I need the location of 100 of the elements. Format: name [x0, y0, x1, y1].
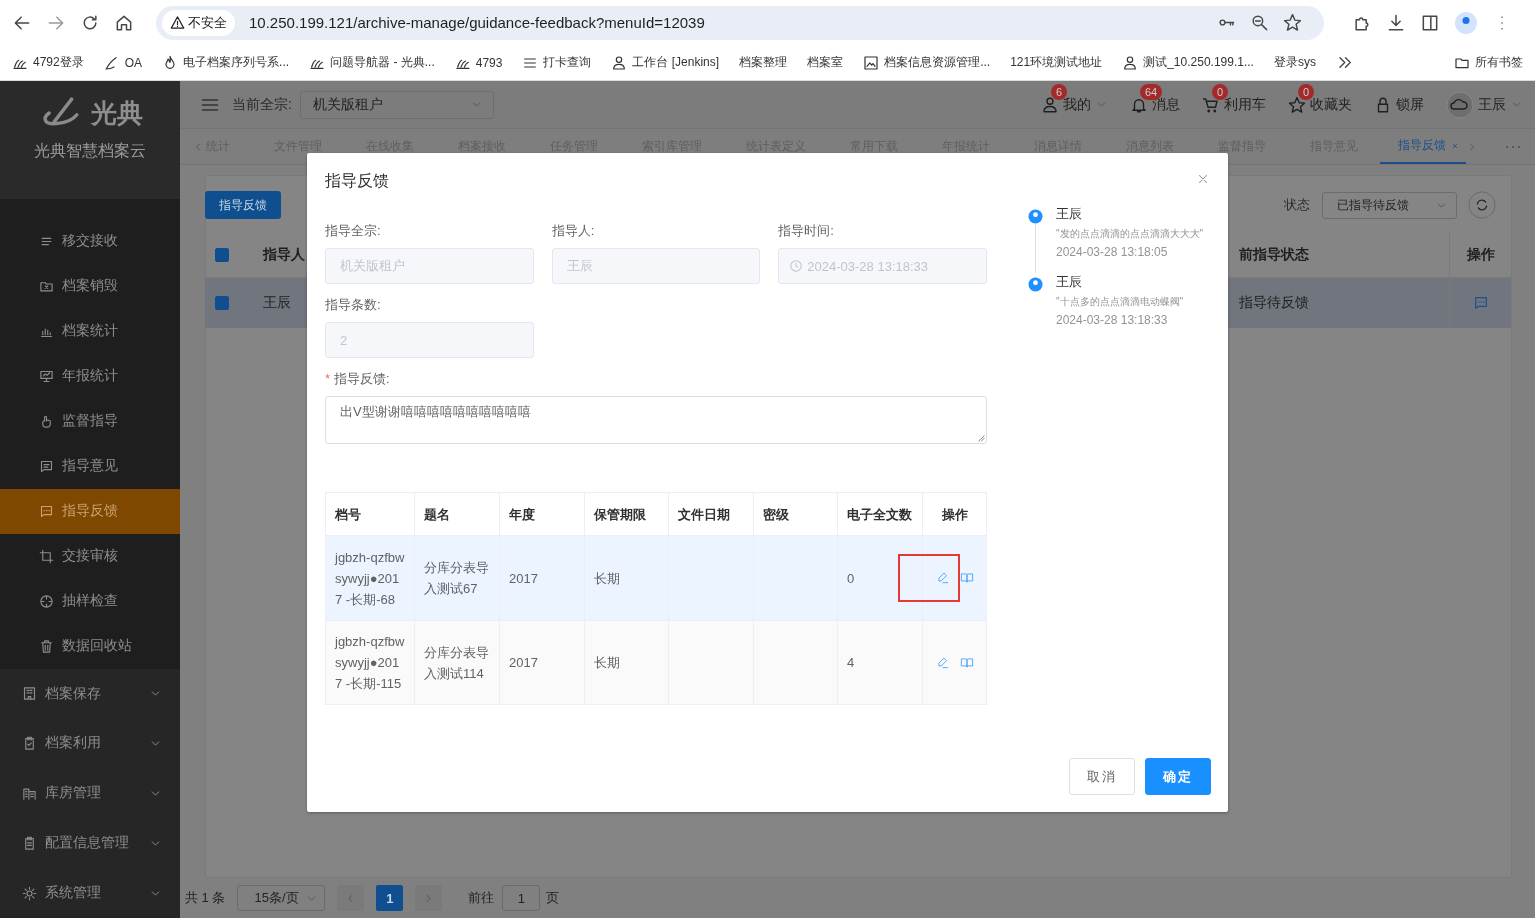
table-cell: 指导待反馈 [1239, 294, 1309, 312]
count-badge: 0 [1298, 83, 1315, 100]
timestamp: 2024-03-28 13:18:05 [1056, 245, 1169, 259]
book-icon[interactable] [959, 571, 974, 585]
bookmark[interactable]: 档案整理 [739, 54, 788, 71]
person-icon [1122, 54, 1139, 71]
sidebar-item[interactable]: 移交接收 [0, 218, 180, 264]
close-icon[interactable] [1450, 140, 1460, 151]
confirm-button[interactable]: 确定 [1145, 758, 1211, 795]
user-avatar-icon [1027, 277, 1043, 292]
sidebar-group[interactable]: 档案利用 [0, 718, 180, 769]
table-cell-text: 2017 [509, 654, 538, 672]
edit-icon[interactable] [935, 655, 950, 670]
header-action[interactable]: 64 消息 [1130, 83, 1180, 114]
column-header: 档号 [335, 505, 361, 524]
comment-text: "发的点点滴滴的点点滴滴大大大" [1056, 227, 1205, 240]
author-name: 王辰 [1056, 273, 1083, 291]
table-cell-text: 分库分表导入测试67 [424, 559, 490, 598]
header-action[interactable]: 锁屏 [1374, 83, 1424, 114]
bookmark[interactable]: 测试_10.250.199.1... [1122, 54, 1254, 71]
sidebar-item[interactable]: 监督指导 [0, 398, 180, 444]
security-chip[interactable]: 不安全 [162, 9, 235, 36]
checkbox[interactable] [215, 296, 229, 310]
column-header: 指导人 [263, 245, 305, 264]
bookmark[interactable]: 4793 [454, 54, 503, 71]
field-label: 指导时间: [778, 222, 835, 240]
sidebar-item[interactable]: 档案销毁 [0, 263, 180, 309]
sidebar-group[interactable]: 库房管理 [0, 768, 180, 819]
table-cell-text: 4 [847, 654, 855, 672]
bookmark[interactable]: 工作台 [Jenkins] [611, 54, 720, 71]
address-bar[interactable]: 不安全 10.250.199.121/archive-manage/guidance-feedback?menuId=12039 [156, 5, 1324, 40]
header-action[interactable]: 0 收藏夹 [1288, 83, 1352, 114]
cart-icon [1202, 95, 1220, 114]
warehouse-icon [22, 785, 37, 801]
target-icon [39, 593, 54, 609]
bookmark[interactable]: 档案信息资源管理... [863, 54, 991, 71]
required-mark: * [325, 370, 331, 388]
sidebar-item[interactable]: 档案统计 [0, 308, 180, 354]
column-header: 操作 [1466, 245, 1495, 264]
comment-icon[interactable] [1472, 295, 1489, 311]
resize-grip-icon[interactable] [976, 433, 985, 442]
bookmark[interactable]: 问题导航器 - 光典... [309, 54, 435, 71]
table-cell: 王辰 [263, 294, 291, 312]
user-avatar-icon [1027, 209, 1043, 224]
bookmark[interactable]: 登录sys [1273, 54, 1316, 71]
table-cell-text: 分库分表导入测试114 [424, 643, 490, 683]
table-cell-text: 2017 [509, 569, 538, 588]
column-header: 题名 [424, 505, 450, 524]
sidebar-item[interactable]: 交接审核 [0, 533, 180, 579]
bookmark[interactable]: 121环境测试地址 [1010, 54, 1103, 71]
page-size-select[interactable]: 15条/页 [237, 885, 326, 911]
bookmark[interactable]: 打卡查询 [522, 54, 592, 71]
bookmark[interactable]: OA [103, 54, 143, 71]
feedback-textarea[interactable]: 出V型谢谢嘻嘻嘻嘻嘻嘻嘻嘻嘻嘻 [325, 396, 987, 444]
zoom-icon[interactable] [1250, 13, 1269, 32]
column-header: 保管期限 [594, 505, 646, 524]
page-suffix: 页 [546, 889, 560, 907]
status-label: 状态 [1284, 196, 1310, 214]
goto-field[interactable]: 1 [502, 885, 541, 911]
clipboard-check-icon [22, 735, 37, 751]
header-action[interactable]: 6 我的 [1041, 83, 1108, 114]
page-number[interactable]: 1 [376, 885, 404, 911]
hand-icon [39, 413, 54, 429]
table-cell-text: jgbzh-qzfbw sywyjj●2017 -长期-68 [335, 548, 405, 609]
edit-icon[interactable] [935, 571, 950, 585]
column-header: 前指导状态 [1239, 245, 1309, 264]
gear-icon [22, 885, 37, 901]
bookmark[interactable]: 4792登录 [12, 54, 84, 71]
bookmark[interactable]: 档案室 [807, 54, 844, 71]
sidebar-group[interactable]: 配置信息管理 [0, 818, 180, 869]
refresh-icon[interactable] [1467, 190, 1497, 220]
sidebar-item[interactable]: 数据回收站 [0, 623, 180, 669]
app-title: 光典智慧档案云 [34, 141, 146, 161]
all-bookmarks[interactable]: 所有书签 [1454, 54, 1523, 71]
checkbox[interactable] [215, 247, 229, 262]
fonds-select[interactable]: 机关版租户 [299, 90, 494, 119]
bookmark[interactable]: 电子档案序列号系... [162, 54, 290, 71]
cloud-avatar-icon [1446, 90, 1474, 119]
header-action[interactable]: 0 利用车 [1202, 83, 1266, 114]
sidebar-item[interactable]: 指导意见 [0, 443, 180, 489]
message-icon [39, 458, 54, 474]
field-label: 指导条数: [325, 296, 382, 314]
profile-icon[interactable] [1454, 10, 1478, 35]
star-icon[interactable] [1283, 13, 1302, 32]
book-icon[interactable] [959, 655, 974, 670]
person-icon [1041, 95, 1059, 114]
fonds-label: 当前全宗: [232, 95, 292, 114]
sidebar-item[interactable]: 指导反馈 [0, 488, 180, 534]
easel-icon [39, 368, 54, 384]
sidebar-item[interactable]: 年报统计 [0, 353, 180, 399]
status-select[interactable]: 已指导待反馈 [1322, 191, 1457, 219]
sidebar-item[interactable]: 抽样检查 [0, 578, 180, 624]
user-menu[interactable]: 王辰 [1446, 78, 1523, 119]
sidebar-group[interactable]: 系统管理 [0, 868, 180, 918]
feedback-button[interactable]: 指导反馈 [205, 191, 281, 219]
download-icon[interactable] [1386, 12, 1406, 33]
sidebar-group[interactable]: 档案保存 [0, 668, 180, 719]
cancel-button[interactable]: 取消 [1069, 758, 1135, 795]
brand-name: 光典 [91, 96, 143, 130]
chat-icon [39, 503, 54, 519]
